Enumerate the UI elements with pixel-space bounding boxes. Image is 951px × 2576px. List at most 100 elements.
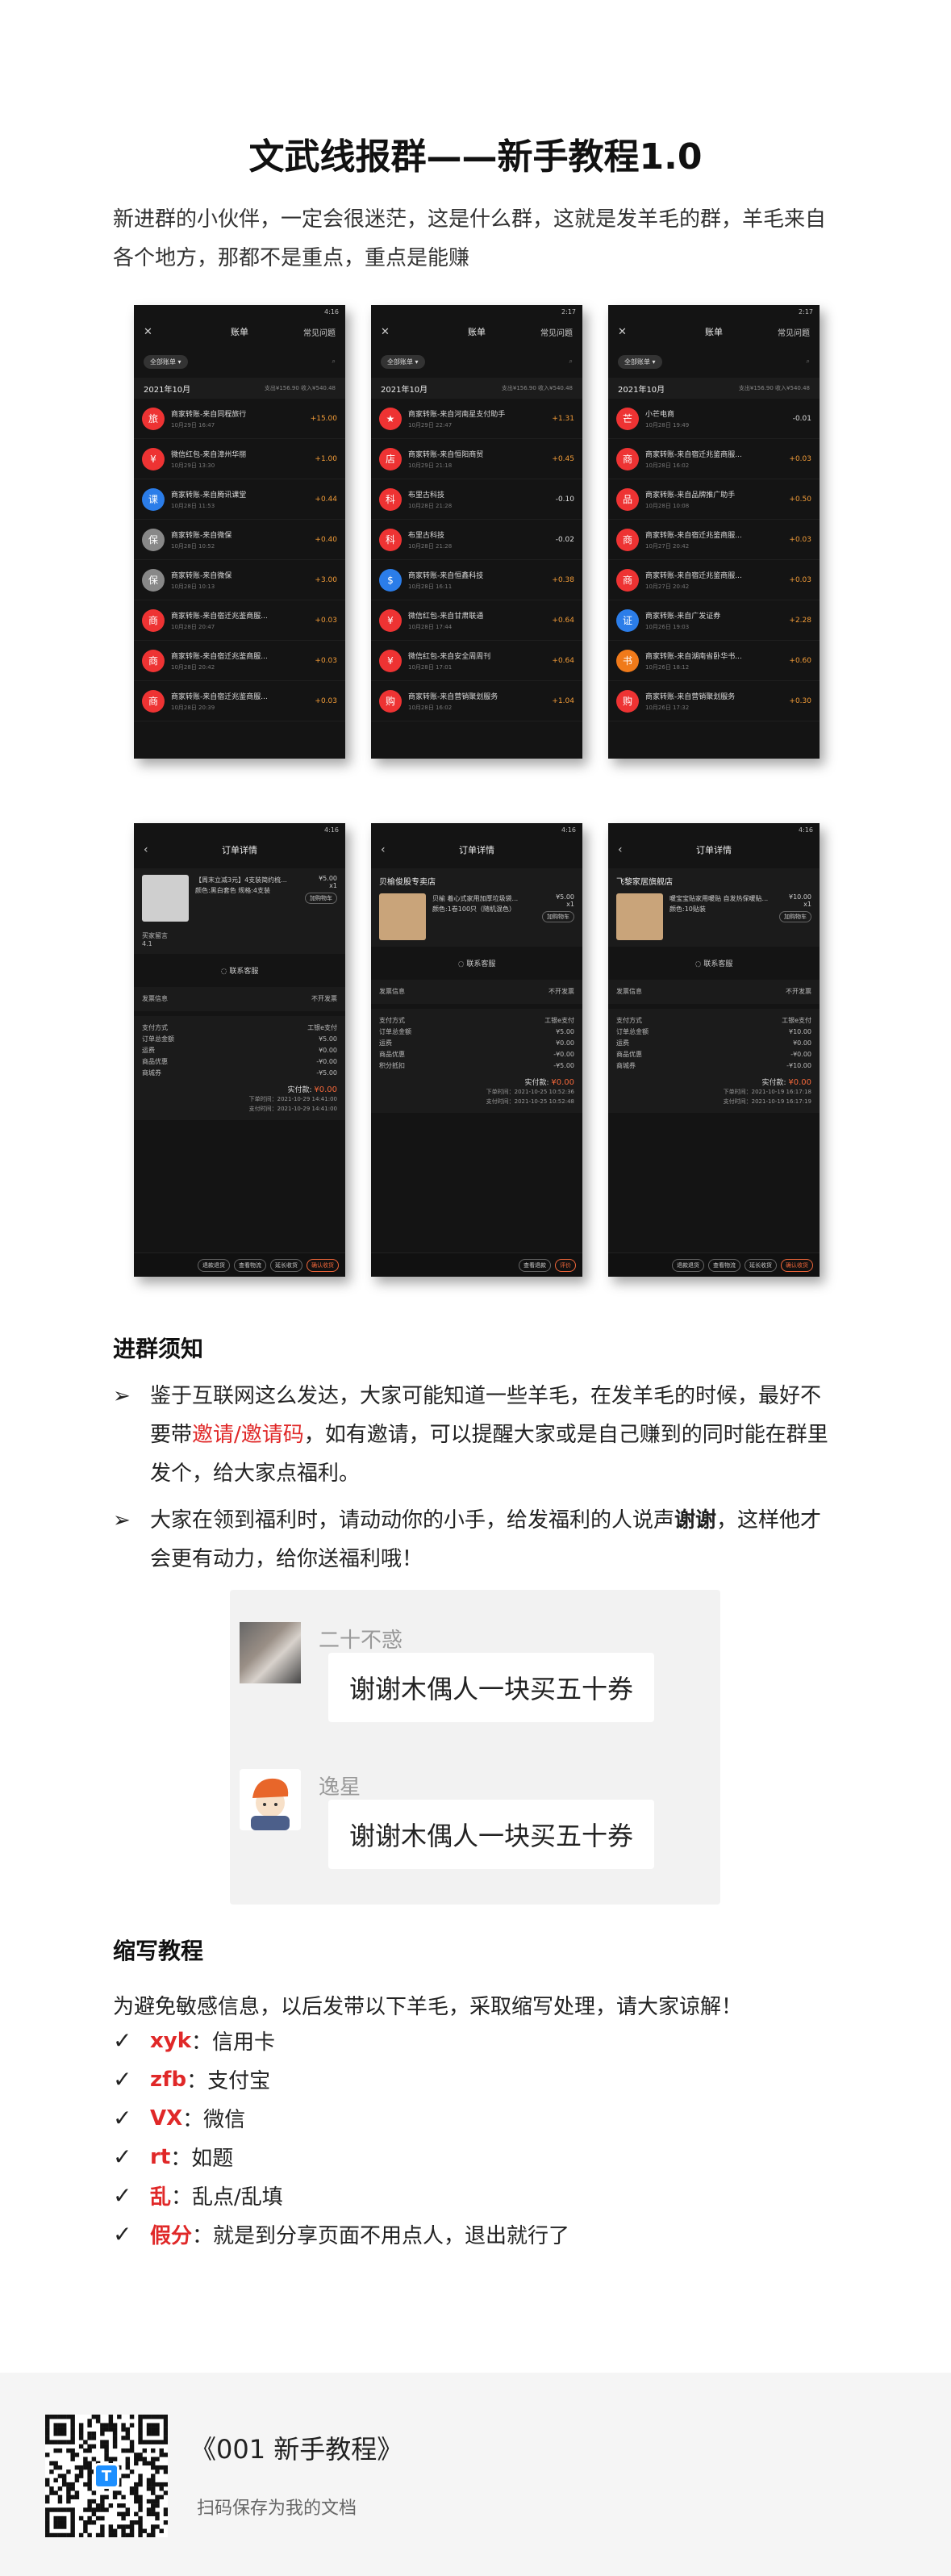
contact-service-button[interactable]: ◌ 联系客服 bbox=[608, 951, 820, 975]
payment-label: 商城券 bbox=[616, 1062, 636, 1069]
shop-name[interactable]: 贝榆俊股专卖店 bbox=[379, 875, 574, 887]
bill-list-item[interactable]: 商商家转账-来自宿迁兆鉴商服... 10月27日 20:42 +0.03 bbox=[608, 560, 820, 600]
intro-text: 新进群的小伙伴，一定会很迷茫，这是什么群，这就是发羊毛的群，羊毛来自各个地方，那… bbox=[113, 207, 827, 270]
month-selector[interactable]: 2021年10月 bbox=[144, 383, 190, 395]
goods-row[interactable]: 贝榆 着心式家用加厚垃圾袋... 颜色:1卷100只（随机混色） ¥5.00 x1 加购… bbox=[379, 893, 574, 940]
bill-list-item[interactable]: 旅商家转账-来自同程旅行 10月29日 16:47 +15.00 bbox=[134, 399, 345, 439]
finance-icon: $ bbox=[379, 568, 402, 592]
month-selector[interactable]: 2021年10月 bbox=[381, 383, 428, 395]
bill-time: 10月28日 21:28 bbox=[408, 542, 453, 550]
search-icon[interactable]: ⌕ bbox=[569, 358, 573, 366]
bill-time: 10月28日 17:01 bbox=[408, 663, 453, 671]
bill-amount: +3.00 bbox=[315, 575, 337, 584]
chevron-down-icon: ▾ bbox=[413, 358, 419, 366]
month-stat: 支出¥156.90 收入¥540.48 bbox=[501, 385, 573, 391]
payment-row: 支付方式 工银e支付 bbox=[379, 1015, 574, 1027]
bill-list-item[interactable]: 保商家转账-来自微保 10月28日 10:13 +3.00 bbox=[134, 560, 345, 600]
payment-label: 支付方式 bbox=[142, 1024, 168, 1031]
bill-list-item[interactable]: 科布里古科技 10月28日 21:28 -0.10 bbox=[371, 479, 582, 520]
chat-sender: 二十不惑 bbox=[319, 1629, 403, 1653]
bill-list-item[interactable]: 商商家转账-来自宿迁兆鉴商服... 10月28日 20:42 +0.03 bbox=[134, 641, 345, 681]
bill-name: 微信红包-来自甘肃联通 bbox=[408, 612, 484, 621]
goods-image bbox=[379, 893, 426, 940]
filter-dropdown[interactable]: 全部账单 ▾ bbox=[144, 354, 188, 369]
back-icon[interactable]: ‹ bbox=[144, 843, 148, 856]
bill-list-item[interactable]: 购商家转账-来自营销聚划服务 10月28日 16:02 +1.04 bbox=[371, 681, 582, 721]
bill-list-item[interactable]: 商商家转账-来自宿迁兆鉴商服... 10月28日 16:02 +0.03 bbox=[608, 439, 820, 479]
order-action-button[interactable]: 确认收货 bbox=[307, 1258, 339, 1272]
faq-link[interactable]: 常见问题 bbox=[303, 326, 336, 338]
qr-code[interactable]: T bbox=[45, 2415, 169, 2538]
close-icon[interactable]: ✕ bbox=[381, 326, 390, 338]
bill-list-item[interactable]: ¥ 微信红包-来自甘肃联通 10月28日 17:44 +0.64 bbox=[371, 600, 582, 641]
bill-list-item[interactable]: 课商家转账-来自腾讯课堂 10月28日 11:53 +0.44 bbox=[134, 479, 345, 520]
back-icon[interactable]: ‹ bbox=[381, 843, 386, 856]
phone-screenshot-bill: 2:17 ✕ 账单 常见问题 全部账单 ▾ ⌕ 2021年10月 支出¥156.90 收入¥5… bbox=[608, 305, 820, 759]
goods-row[interactable]: 暖宝宝贴家用暖贴 自发热保暖贴... 颜色:10贴装 ¥10.00 x1 加购物车 bbox=[616, 893, 811, 940]
order-action-button[interactable]: 查看退款 bbox=[519, 1258, 551, 1272]
faq-link[interactable]: 常见问题 bbox=[540, 326, 573, 338]
order-time: 支付时间：2021-10-19 16:17:19 bbox=[723, 1098, 811, 1105]
contact-service-button[interactable]: ◌ 联系客服 bbox=[371, 951, 582, 975]
bill-list-item[interactable]: 芒小芒电商 10月28日 19:49 -0.01 bbox=[608, 399, 820, 439]
order-action-button[interactable]: 确认收货 bbox=[781, 1258, 813, 1272]
bill-list-item[interactable]: ¥ 微信红包-来自安全周周刊 10月28日 17:01 +0.64 bbox=[371, 641, 582, 681]
order-action-button[interactable]: 延长收货 bbox=[270, 1258, 302, 1272]
order-actions: 退款退货 查看物流 延长收货 确认收货 bbox=[608, 1252, 820, 1277]
bill-list-item[interactable]: 品商家转账-来自品牌推广助手 10月28日 10:08 +0.50 bbox=[608, 479, 820, 520]
bill-text: 商家转账-来自恒阳商贸 10月29日 21:18 bbox=[408, 449, 547, 470]
payment-row: 支付方式 工银e支付 bbox=[616, 1015, 811, 1027]
bill-list-item[interactable]: 商商家转账-来自宿迁兆鉴商服... 10月28日 20:47 +0.03 bbox=[134, 600, 345, 641]
bill-list-item[interactable]: 购商家转账-来自营销聚划服务 10月26日 17:32 +0.30 bbox=[608, 681, 820, 721]
order-action-button[interactable]: 查看物流 bbox=[234, 1258, 266, 1272]
bill-text: 商家转账-来自湖南省卧华书... 10月26日 18:12 bbox=[645, 650, 784, 671]
payment-row: 订单总金额 ¥5.00 bbox=[379, 1027, 574, 1038]
bill-list-item[interactable]: 商商家转账-来自宿迁兆鉴商服... 10月28日 20:39 +0.03 bbox=[134, 681, 345, 721]
close-icon[interactable]: ✕ bbox=[618, 326, 627, 338]
month-selector[interactable]: 2021年10月 bbox=[618, 383, 665, 395]
add-cart-button[interactable]: 加购物车 bbox=[542, 911, 574, 922]
bill-time: 10月27日 20:42 bbox=[645, 542, 690, 550]
payment-value: -¥0.00 bbox=[790, 1051, 811, 1058]
back-icon[interactable]: ‹ bbox=[618, 843, 623, 856]
bill-name: 商家转账-来自恒阳商贸 bbox=[408, 450, 484, 459]
invoice-label: 发票信息 bbox=[379, 988, 405, 995]
contact-service-button[interactable]: ◌ 联系客服 bbox=[134, 959, 345, 982]
close-icon[interactable]: ✕ bbox=[144, 326, 152, 338]
search-icon[interactable]: ⌕ bbox=[807, 358, 810, 366]
bill-name: 商家转账-来自宿迁兆鉴商服... bbox=[645, 531, 742, 540]
order-action-button[interactable]: 延长收货 bbox=[745, 1258, 777, 1272]
bill-list-item[interactable]: 商商家转账-来自宿迁兆鉴商服... 10月27日 20:42 +0.03 bbox=[608, 520, 820, 560]
bill-name: 布里古科技 bbox=[408, 531, 445, 540]
goods-price-block: ¥5.00 x1 加购物车 bbox=[305, 875, 337, 922]
bill-list-item[interactable]: 证商家转账-来自广发证券 10月26日 19:03 +2.28 bbox=[608, 600, 820, 641]
bill-time: 10月29日 21:18 bbox=[408, 462, 453, 469]
paid-label: 实付款: bbox=[287, 1086, 312, 1094]
search-icon[interactable]: ⌕ bbox=[332, 358, 336, 366]
order-action-button[interactable]: 退款退货 bbox=[198, 1258, 230, 1272]
filter-dropdown[interactable]: 全部账单 ▾ bbox=[618, 354, 662, 369]
payment-value: 工银e支付 bbox=[307, 1024, 337, 1031]
bill-list-item[interactable]: ¥ 微信红包-来自漳州华丽 10月29日 13:30 +1.00 bbox=[134, 439, 345, 479]
payment-value: -¥10.00 bbox=[786, 1062, 811, 1069]
bill-list-item[interactable]: 科布里古科技 10月28日 21:28 -0.02 bbox=[371, 520, 582, 560]
shop-name[interactable]: 飞黎家居旗舰店 bbox=[616, 875, 811, 887]
merchant-icon: 商 bbox=[616, 447, 639, 470]
goods-section: 贝榆俊股专卖店贝榆 着心式家用加厚垃圾袋... 颜色:1卷100只（随机混色） ¥5… bbox=[371, 868, 582, 947]
order-action-button[interactable]: 评价 bbox=[555, 1258, 576, 1272]
bill-list-item[interactable]: ★ 商家转账-来自河南星支付助手 10月29日 22:47 +1.31 bbox=[371, 399, 582, 439]
add-cart-button[interactable]: 加购物车 bbox=[305, 893, 337, 904]
payment-label: 订单总金额 bbox=[142, 1035, 174, 1043]
goods-row[interactable]: 【周末立减3元】4支装简约梳... 颜色:黑白套色 规格:4支装 ¥5.00 x1 加购… bbox=[142, 875, 337, 922]
contact-label: 联系客服 bbox=[229, 968, 259, 976]
filter-dropdown[interactable]: 全部账单 ▾ bbox=[381, 354, 425, 369]
order-action-button[interactable]: 查看物流 bbox=[708, 1258, 740, 1272]
bill-list-item[interactable]: 书商家转账-来自湖南省卧华书... 10月26日 18:12 +0.60 bbox=[608, 641, 820, 681]
bill-list-item[interactable]: $ 商家转账-来自恒鑫科技 10月28日 16:11 +0.38 bbox=[371, 560, 582, 600]
faq-link[interactable]: 常见问题 bbox=[778, 326, 810, 338]
order-action-button[interactable]: 退款退货 bbox=[672, 1258, 704, 1272]
bill-list-item[interactable]: 店商家转账-来自恒阳商贸 10月29日 21:18 +0.45 bbox=[371, 439, 582, 479]
bill-list-item[interactable]: 保商家转账-来自微保 10月28日 10:52 +0.40 bbox=[134, 520, 345, 560]
bill-name: 布里古科技 bbox=[408, 491, 445, 500]
add-cart-button[interactable]: 加购物车 bbox=[779, 911, 811, 922]
